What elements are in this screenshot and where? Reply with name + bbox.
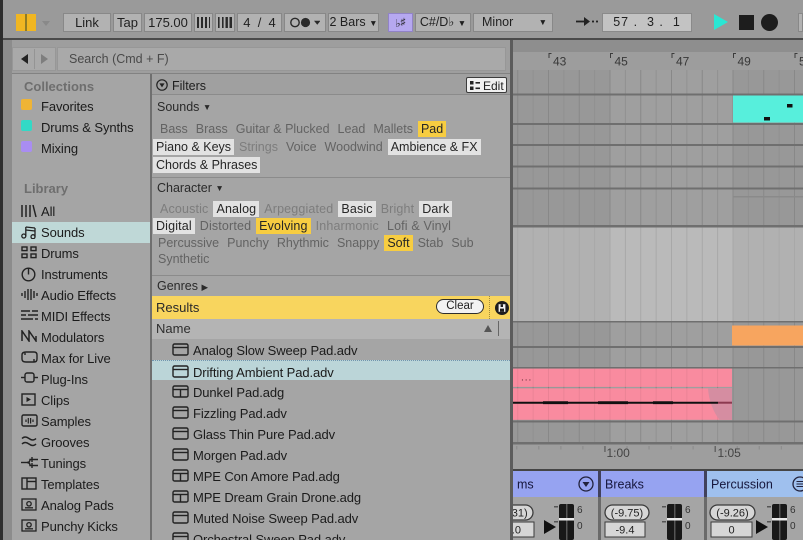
svg-text:0: 0 [728, 525, 734, 537]
svg-text:ms: ms [517, 478, 534, 492]
svg-text:0: 0 [577, 521, 583, 532]
svg-text:(-9.75): (-9.75) [611, 508, 643, 520]
svg-text:47: 47 [676, 55, 690, 69]
svg-text:0: 0 [685, 521, 691, 532]
svg-text:6: 6 [685, 505, 691, 516]
svg-text:6: 6 [577, 505, 583, 516]
svg-text:-9.4: -9.4 [616, 525, 635, 537]
svg-text:43: 43 [553, 55, 567, 69]
svg-text:1:00: 1:00 [607, 446, 631, 460]
svg-text:(-9.31): (-9.31) [513, 508, 528, 520]
svg-text:6: 6 [790, 505, 796, 516]
svg-text:49: 49 [738, 55, 752, 69]
svg-text:1:05: 1:05 [718, 446, 742, 460]
svg-text:-9.0: -9.0 [513, 525, 521, 537]
svg-text:51: 51 [799, 55, 803, 69]
svg-text:0: 0 [790, 521, 796, 532]
svg-text:(-9.26): (-9.26) [716, 508, 748, 520]
svg-text:Breaks: Breaks [605, 478, 644, 492]
svg-text:Percussion: Percussion [711, 478, 773, 492]
svg-text:45: 45 [615, 55, 629, 69]
svg-text:...: ... [521, 373, 532, 384]
